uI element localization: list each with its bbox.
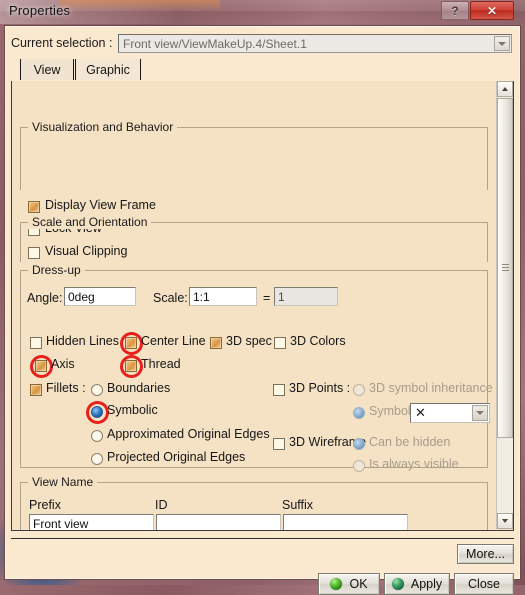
label-symbol: Symbol — [369, 404, 411, 418]
label-prefix: Prefix — [29, 498, 61, 512]
label-projected-original-edges: Projected Original Edges — [107, 450, 246, 464]
tab-view[interactable]: View — [20, 59, 74, 80]
chevron-down-icon[interactable] — [494, 36, 510, 51]
scroll-up-button[interactable] — [497, 81, 513, 97]
radio-symbolic[interactable] — [91, 406, 103, 418]
id-input[interactable] — [156, 514, 281, 530]
title-bar: Properties ? ✕ — [0, 0, 525, 24]
chevron-down-icon[interactable] — [472, 405, 488, 421]
label-3d-symbol-inheritance: 3D symbol inheritance — [369, 381, 493, 395]
label-center-line: Center Line — [141, 334, 206, 348]
help-button[interactable]: ? — [441, 1, 469, 20]
scrollbar-grip-icon — [502, 264, 509, 272]
label-3d-colors: 3D Colors — [290, 334, 346, 348]
radio-approximated-original-edges[interactable] — [91, 430, 103, 442]
label-boundaries: Boundaries — [107, 381, 171, 395]
ok-sphere-icon — [330, 578, 343, 590]
view-settings-panel: Visualization and Behavior Display View … — [11, 81, 514, 531]
radio-can-be-hidden[interactable] — [353, 438, 365, 450]
radio-projected-original-edges[interactable] — [91, 453, 103, 465]
properties-dialog: Current selection : Front view/ViewMakeU… — [4, 25, 521, 595]
checkbox-3d-wireframe[interactable] — [273, 438, 285, 450]
label-can-be-hidden: Can be hidden — [369, 435, 451, 449]
checkbox-fillets[interactable] — [30, 384, 42, 396]
apply-sphere-icon — [391, 578, 404, 590]
visualization-group: Visualization and Behavior — [20, 120, 488, 190]
symbol-combobox-value: ✕ — [415, 405, 426, 420]
checkbox-hidden-lines[interactable] — [30, 337, 42, 349]
close-window-button[interactable]: ✕ — [470, 1, 514, 20]
scrollbar-thumb[interactable] — [497, 98, 513, 438]
close-button[interactable]: Close — [454, 573, 514, 595]
more-button[interactable]: More... — [457, 544, 514, 564]
checkbox-thread[interactable] — [125, 360, 137, 372]
footer-divider — [11, 538, 514, 539]
label-3d-points: 3D Points : — [289, 381, 351, 395]
suffix-input[interactable] — [283, 514, 408, 530]
tab-bar: View Graphic — [11, 59, 514, 82]
symbol-combobox[interactable]: ✕ — [410, 403, 490, 423]
checkbox-3d-colors[interactable] — [274, 337, 286, 349]
checkbox-3d-points[interactable] — [273, 384, 285, 396]
scroll-down-button[interactable] — [497, 513, 513, 529]
radio-boundaries[interactable] — [91, 384, 103, 396]
window-title: Properties — [9, 3, 71, 18]
label-3d-spec: 3D spec — [226, 334, 272, 348]
vertical-scrollbar[interactable] — [496, 81, 513, 529]
prefix-input[interactable] — [29, 514, 154, 530]
visualization-group-title: Visualization and Behavior — [28, 120, 178, 134]
label-approximated-original-edges: Approximated Original Edges — [107, 427, 270, 441]
label-axis: Axis — [51, 357, 75, 371]
checkbox-display-view-frame[interactable] — [28, 201, 40, 213]
dressup-group-title: Dress-up — [28, 263, 85, 277]
apply-button-label: Apply — [410, 577, 443, 591]
current-selection-row: Current selection : Front view/ViewMakeU… — [11, 34, 514, 54]
label-thread: Thread — [141, 357, 181, 371]
ok-button[interactable]: OK — [318, 573, 380, 595]
view-name-group-title: View Name — [28, 475, 98, 489]
current-selection-label: Current selection : — [11, 36, 113, 50]
label-is-always-visible: Is always visible — [369, 457, 459, 471]
radio-symbol[interactable] — [353, 407, 365, 419]
tab-graphic[interactable]: Graphic — [75, 59, 141, 80]
label-hidden-lines: Hidden Lines — [46, 334, 119, 348]
label-id: ID — [155, 498, 168, 512]
scale-orientation-group: Scale and Orientation — [20, 215, 488, 262]
radio-is-always-visible[interactable] — [353, 460, 365, 472]
current-selection-combobox[interactable]: Front view/ViewMakeUp.4/Sheet.1 — [118, 34, 512, 53]
apply-button[interactable]: Apply — [384, 573, 450, 595]
radio-3d-symbol-inheritance[interactable] — [353, 384, 365, 396]
current-selection-value: Front view/ViewMakeUp.4/Sheet.1 — [123, 37, 307, 51]
properties-window: Properties ? ✕ Current selection : Front… — [0, 0, 525, 595]
label-display-view-frame: Display View Frame — [45, 198, 156, 212]
checkbox-axis[interactable] — [35, 360, 47, 372]
checkbox-center-line[interactable] — [125, 337, 137, 349]
label-suffix: Suffix — [282, 498, 314, 512]
view-settings-content: Visualization and Behavior Display View … — [12, 81, 497, 530]
ok-button-label: OK — [349, 577, 368, 591]
scale-orientation-group-title: Scale and Orientation — [28, 215, 152, 229]
checkbox-3d-spec[interactable] — [210, 337, 222, 349]
label-symbolic: Symbolic — [107, 403, 158, 417]
label-fillets: Fillets : — [46, 381, 86, 395]
